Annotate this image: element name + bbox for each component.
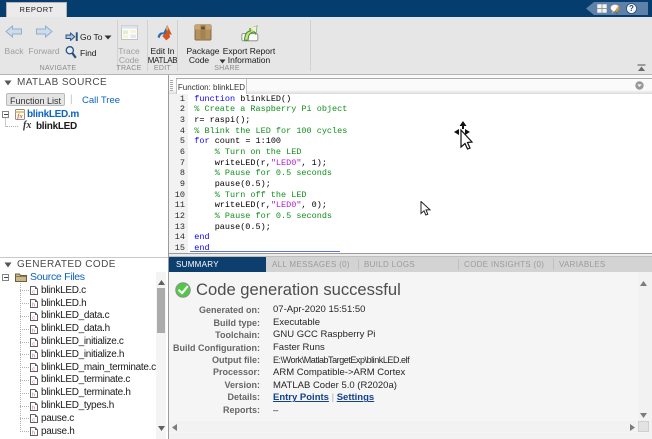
svg-text:c: c <box>32 341 35 346</box>
svg-text:?: ? <box>629 4 634 13</box>
svg-text:c: c <box>32 315 35 320</box>
svg-text:h: h <box>32 431 35 436</box>
svg-text:c: c <box>32 290 35 295</box>
svg-text:h: h <box>32 392 35 397</box>
svg-text:c: c <box>32 367 35 372</box>
svg-text:h: h <box>32 303 35 308</box>
svg-text:c: c <box>32 418 35 423</box>
svg-text:fx: fx <box>17 113 23 120</box>
svg-text:h: h <box>32 328 35 333</box>
svg-text:h: h <box>32 354 35 359</box>
svg-text:h: h <box>32 405 35 410</box>
svg-text:c: c <box>32 379 35 384</box>
